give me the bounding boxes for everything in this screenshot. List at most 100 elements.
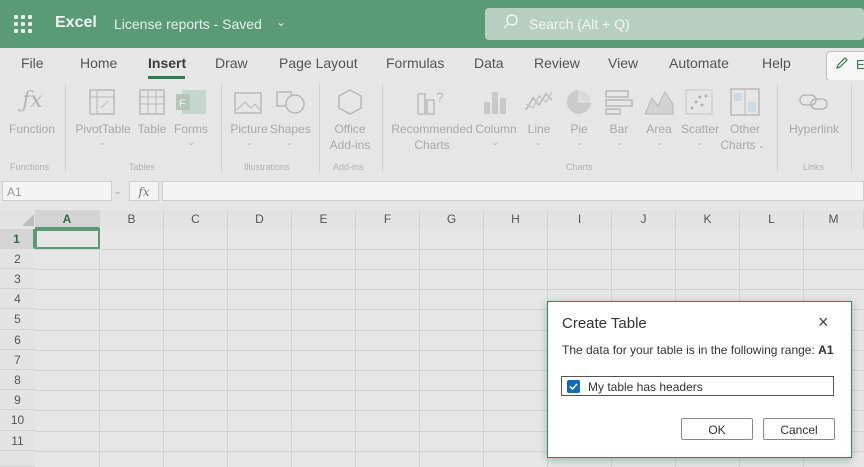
row-header-5[interactable]: 5 (0, 309, 35, 330)
tab-view[interactable]: View (608, 55, 638, 71)
chevron-down-icon[interactable]: ⌄ (656, 138, 663, 147)
function-button-label[interactable]: Function (4, 121, 60, 137)
forms-icon[interactable]: F (176, 88, 208, 116)
office-addins-icon[interactable] (336, 88, 364, 116)
row-header-1[interactable]: 1 (0, 229, 35, 249)
svg-text:F: F (179, 98, 186, 110)
shapes-icon[interactable] (276, 88, 306, 116)
tab-insert[interactable]: Insert (148, 55, 186, 71)
app-launcher-icon[interactable] (14, 15, 32, 33)
row-header-10[interactable]: 10 (0, 410, 35, 431)
table-button-label[interactable]: Table (134, 121, 170, 137)
insert-function-button[interactable]: fx (129, 181, 159, 201)
column-header-m[interactable]: M (804, 210, 864, 229)
group-separator (851, 84, 852, 172)
row-header-6[interactable]: 6 (0, 330, 35, 350)
pie-button-label[interactable]: Pie (566, 121, 592, 137)
selected-cell[interactable] (35, 229, 100, 249)
column-header-l[interactable]: L (740, 210, 804, 229)
chevron-down-icon[interactable]: ⌄ (696, 138, 703, 147)
row-header-11[interactable]: 11 (0, 431, 35, 451)
scatter-button-label[interactable]: Scatter (678, 121, 722, 137)
group-separator (221, 84, 222, 172)
area-button-label[interactable]: Area (644, 121, 674, 137)
column-header-c[interactable]: C (164, 210, 228, 229)
row-header-9[interactable]: 9 (0, 390, 35, 410)
column-header-b[interactable]: B (100, 210, 164, 229)
table-icon[interactable] (138, 88, 166, 116)
pie-chart-icon[interactable] (564, 88, 594, 116)
column-header-e[interactable]: E (292, 210, 356, 229)
ok-button[interactable]: OK (681, 418, 753, 440)
row-header-2[interactable]: 2 (0, 249, 35, 269)
column-chart-icon[interactable] (482, 88, 510, 116)
chevron-down-icon[interactable]: ⌄ (535, 138, 542, 147)
recommended-charts-icon[interactable]: ? (416, 88, 448, 116)
document-name[interactable]: License reports - Saved (114, 16, 262, 32)
name-box[interactable]: A1 (2, 181, 112, 201)
other-charts-label[interactable]: Charts (718, 137, 758, 153)
cancel-button[interactable]: Cancel (763, 418, 835, 440)
picture-icon[interactable] (234, 90, 264, 116)
chevron-down-icon[interactable]: ⌄ (99, 138, 106, 147)
bar-chart-icon[interactable] (604, 88, 634, 116)
addins-button-label[interactable]: Add-ins (326, 137, 374, 153)
picture-button-label[interactable]: Picture (228, 121, 270, 137)
headers-checkbox-label[interactable]: My table has headers (588, 380, 703, 394)
column-header-f[interactable]: F (356, 210, 420, 229)
tab-draw[interactable]: Draw (215, 55, 248, 71)
column-button-label[interactable]: Column (474, 121, 518, 137)
chevron-down-icon[interactable]: ⌄ (616, 138, 623, 147)
tab-data[interactable]: Data (474, 55, 504, 71)
tab-review[interactable]: Review (534, 55, 580, 71)
row-header-7[interactable]: 7 (0, 350, 35, 370)
headers-checkbox[interactable] (567, 380, 580, 393)
tab-page-layout[interactable]: Page Layout (279, 55, 358, 71)
line-chart-icon[interactable] (524, 88, 554, 116)
other-charts-icon[interactable] (730, 88, 760, 116)
bar-button-label[interactable]: Bar (606, 121, 632, 137)
function-icon[interactable]: ƒx (22, 88, 44, 116)
tab-home[interactable]: Home (80, 55, 117, 71)
row-header-3[interactable]: 3 (0, 269, 35, 289)
line-button-label[interactable]: Line (524, 121, 554, 137)
column-header-k[interactable]: K (676, 210, 740, 229)
tab-formulas[interactable]: Formulas (386, 55, 444, 71)
column-header-i[interactable]: I (548, 210, 612, 229)
shapes-button-label[interactable]: Shapes (270, 121, 311, 137)
hyperlink-button-label[interactable]: Hyperlink (786, 121, 842, 137)
hyperlink-icon[interactable] (798, 90, 830, 114)
row-header-8[interactable]: 8 (0, 370, 35, 390)
app-name[interactable]: Excel (55, 14, 97, 32)
chevron-down-icon[interactable]: ⌄ (758, 141, 765, 150)
chevron-down-icon[interactable]: ⌄ (286, 138, 293, 147)
chevron-down-icon[interactable]: ⌄ (576, 138, 583, 147)
row-header-4[interactable]: 4 (0, 289, 35, 309)
pivottable-icon[interactable] (88, 88, 116, 116)
office-button-label[interactable]: Office (326, 121, 374, 137)
chevron-down-icon[interactable]: ⌄ (246, 138, 253, 147)
chevron-down-icon[interactable]: ⌄ (188, 138, 195, 147)
tab-help[interactable]: Help (762, 55, 791, 71)
row-header-12[interactable] (0, 451, 35, 467)
other-button-label[interactable]: Other (726, 121, 764, 137)
column-header-d[interactable]: D (228, 210, 292, 229)
scatter-chart-icon[interactable] (684, 88, 714, 116)
column-header-g[interactable]: G (420, 210, 484, 229)
area-chart-icon[interactable] (644, 88, 674, 116)
tab-file[interactable]: File (21, 55, 44, 71)
column-header-a[interactable]: A (35, 210, 100, 229)
chevron-down-icon[interactable]: ⌄ (276, 15, 286, 29)
recommended-button-label[interactable]: Recommended (390, 121, 474, 137)
column-header-h[interactable]: H (484, 210, 548, 229)
column-header-j[interactable]: J (612, 210, 676, 229)
close-icon[interactable]: × (818, 312, 829, 333)
chevron-down-icon[interactable]: ⌄ (114, 181, 126, 201)
tab-automate[interactable]: Automate (669, 55, 729, 71)
formula-input[interactable] (162, 181, 864, 201)
search-input[interactable]: Search (Alt + Q) (529, 16, 630, 32)
recommended-charts-label[interactable]: Charts (390, 137, 474, 153)
chevron-down-icon[interactable]: ⌄ (492, 138, 499, 147)
pivottable-button-label[interactable]: PivotTable (74, 121, 132, 137)
forms-button-label[interactable]: Forms (172, 121, 210, 137)
